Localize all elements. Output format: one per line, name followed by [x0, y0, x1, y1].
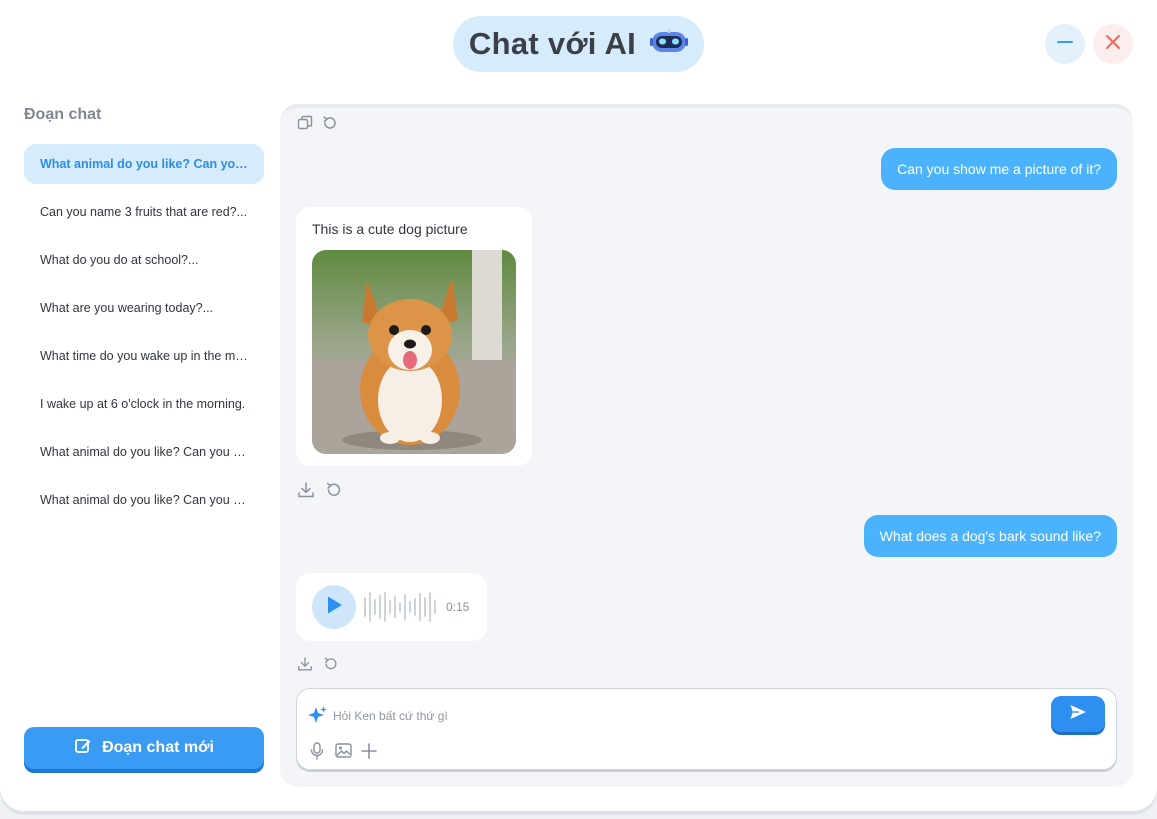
chat-history-item-label: What are you wearing today?...: [40, 301, 214, 315]
audio-duration: 0:15: [446, 600, 470, 614]
chat-history-item-label: What time do you wake up in the mo...: [40, 349, 248, 363]
regenerate-button[interactable]: [320, 115, 340, 135]
ai-audio-message: 0:15: [296, 573, 487, 641]
minimize-button[interactable]: [1045, 24, 1085, 64]
microphone-icon: [309, 741, 325, 765]
copy-button[interactable]: [295, 115, 315, 135]
play-button[interactable]: [312, 585, 356, 629]
chat-history-item[interactable]: I wake up at 6 o'clock in the morning.: [24, 384, 264, 424]
chat-history-list: What animal do you like? Can you... Can …: [24, 144, 264, 528]
download-icon: [297, 481, 315, 504]
ai-message: This is a cute dog picture: [296, 207, 532, 466]
chat-history-item[interactable]: What animal do you like? Can you de...: [24, 432, 264, 472]
chat-history-item[interactable]: What time do you wake up in the mo...: [24, 336, 264, 376]
image-icon: [334, 743, 352, 763]
new-chat-label: Đoạn chat mới: [102, 739, 214, 756]
sidebar-title: Đoạn chat: [24, 106, 102, 123]
regenerate-button[interactable]: [321, 656, 341, 676]
play-icon: [325, 595, 343, 620]
close-icon: [1104, 33, 1122, 56]
refresh-icon: [325, 481, 343, 504]
close-button[interactable]: [1093, 24, 1133, 64]
chat-history-item-label: What animal do you like? Can you...: [40, 157, 248, 171]
download-icon: [297, 656, 313, 677]
edit-icon: [74, 737, 92, 760]
refresh-icon: [323, 656, 339, 677]
download-button[interactable]: [295, 656, 315, 676]
user-message-text: Can you show me a picture of it?: [897, 161, 1101, 177]
chat-history-item[interactable]: What are you wearing today?...: [24, 288, 264, 328]
chat-history-item[interactable]: What animal do you like? Can you de...: [24, 480, 264, 520]
copy-icon: [297, 115, 313, 136]
chat-history-item[interactable]: What do you do at school?...: [24, 240, 264, 280]
chat-history-item[interactable]: What animal do you like? Can you...: [24, 144, 264, 184]
chat-window: Chat với AI Đoạn chat What animal do you…: [0, 0, 1157, 811]
chat-history-item[interactable]: Can you name 3 fruits that are red?...: [24, 192, 264, 232]
chat-history-item-label: What animal do you like? Can you de...: [40, 493, 248, 507]
minimize-icon: [1056, 33, 1074, 56]
dog-photo[interactable]: [312, 250, 516, 454]
image-upload-button[interactable]: [333, 743, 353, 763]
chat-history-item-label: What animal do you like? Can you de...: [40, 445, 248, 459]
user-message-text: What does a dog's bark sound like?: [879, 528, 1101, 544]
send-button[interactable]: [1051, 696, 1105, 732]
chat-history-item-label: Can you name 3 fruits that are red?...: [40, 205, 248, 219]
audio-waveform: [364, 591, 436, 623]
microphone-button[interactable]: [307, 741, 327, 765]
refresh-icon: [322, 115, 338, 136]
plus-icon: [361, 742, 377, 764]
chat-history-item-label: What do you do at school?...: [40, 253, 199, 267]
ai-message-text: This is a cute dog picture: [312, 221, 468, 237]
download-button[interactable]: [296, 481, 316, 504]
robot-mascot-icon: [650, 28, 689, 60]
send-icon: [1069, 703, 1087, 726]
user-message: What does a dog's bark sound like?: [863, 515, 1117, 557]
message-input[interactable]: [333, 705, 1033, 727]
sparkle-icon: [308, 705, 328, 730]
regenerate-button[interactable]: [324, 482, 344, 502]
message-composer: [296, 688, 1117, 770]
window-title: Chat với AI: [453, 16, 704, 72]
chat-history-item-label: I wake up at 6 o'clock in the morning.: [40, 397, 246, 411]
add-attachment-button[interactable]: [359, 742, 379, 764]
chat-panel: Can you show me a picture of it? This is…: [280, 104, 1133, 787]
user-message: Can you show me a picture of it?: [881, 148, 1117, 190]
new-chat-button[interactable]: Đoạn chat mới: [24, 727, 264, 769]
page-title: Chat với AI: [468, 26, 637, 61]
